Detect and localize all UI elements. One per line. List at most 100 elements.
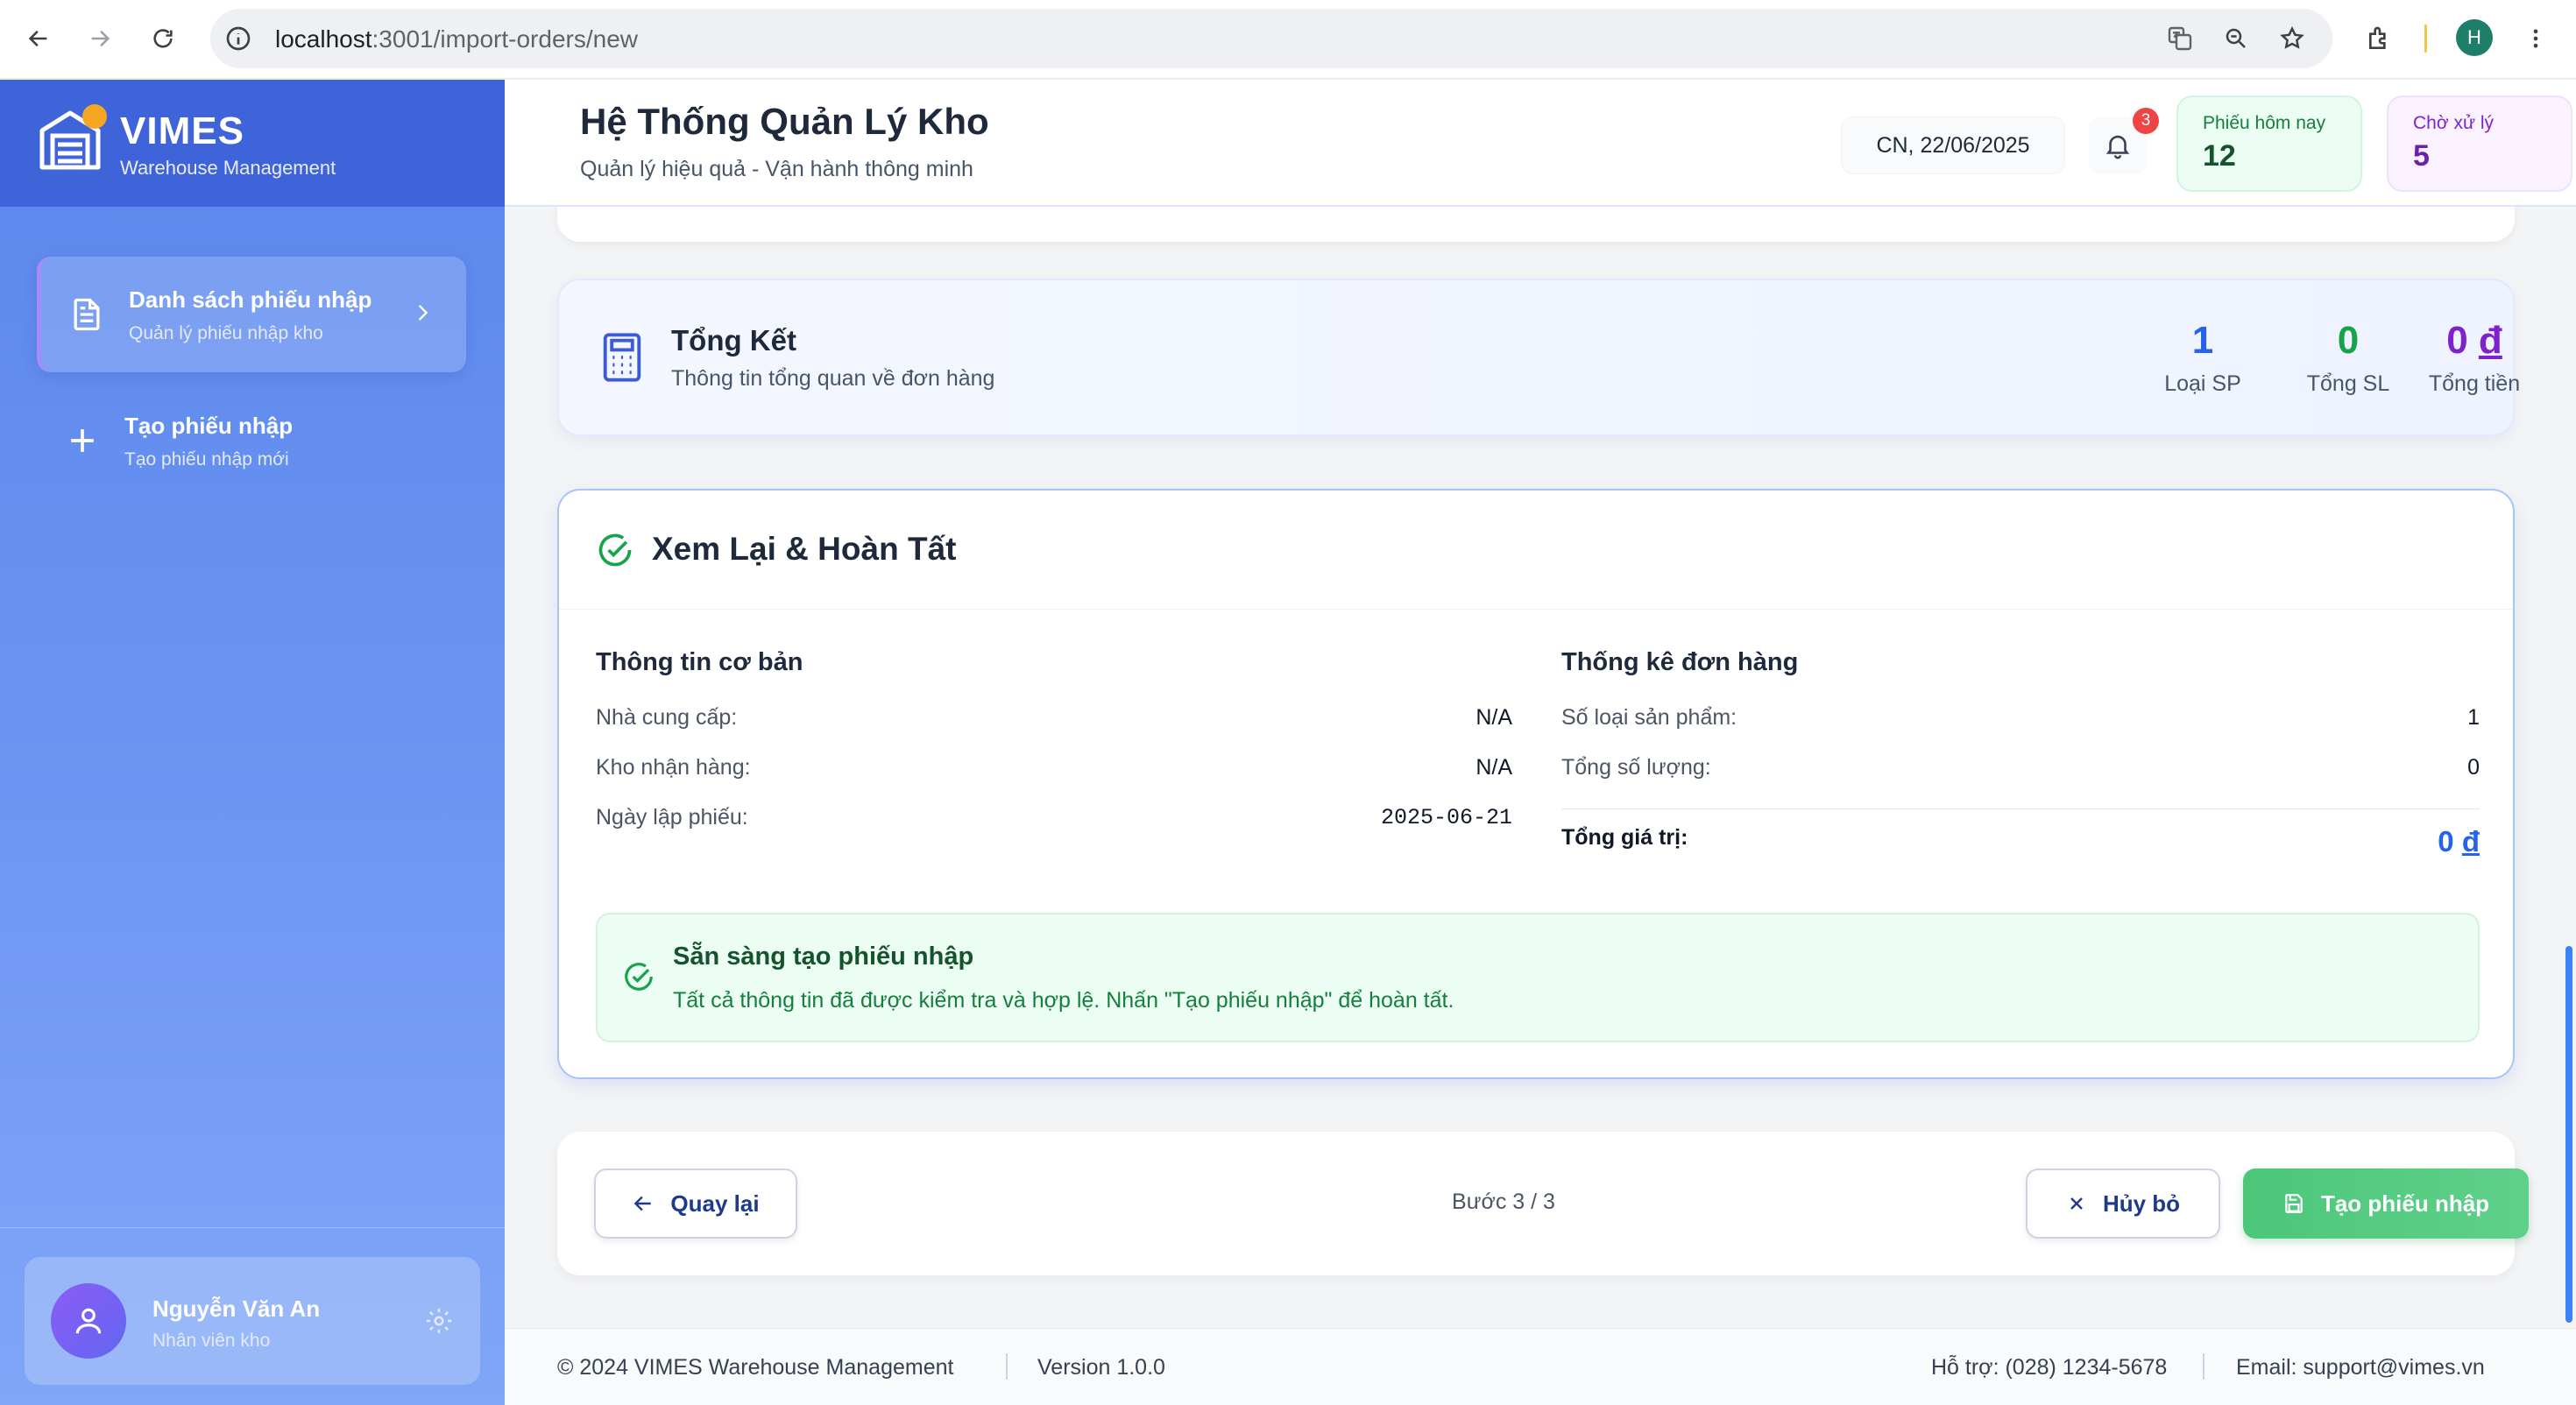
translate-icon[interactable]: [2161, 19, 2199, 58]
stats-value: 1: [2467, 705, 2480, 730]
review-card: Xem Lại & Hoàn Tất Thông tin cơ bản Nhà …: [557, 489, 2515, 1079]
stat-value: 12: [2203, 139, 2236, 173]
back-button-label: Quay lại: [670, 1190, 760, 1217]
stat-today-orders: Phiếu hôm nay 12: [2176, 95, 2362, 192]
info-value: N/A: [1476, 755, 1512, 780]
step-indicator: Bước 3 / 3: [1452, 1190, 1555, 1214]
sidebar-item-create-import[interactable]: Tạo phiếu nhập Tạo phiếu nhập mới: [37, 383, 466, 498]
info-row-supplier: Nhà cung cấp: N/A: [596, 705, 1512, 755]
extensions-icon[interactable]: [2360, 19, 2399, 58]
stats-value: 0 đ: [2438, 825, 2480, 858]
ready-title: Sẵn sàng tạo phiếu nhập: [673, 943, 974, 971]
footer-version: Version 1.0.0: [1037, 1355, 1165, 1380]
footer-copyright: © 2024 VIMES Warehouse Management: [557, 1355, 954, 1380]
stats-row-product-types: Số loại sản phẩm: 1: [1561, 705, 2480, 755]
footer-divider: [2203, 1353, 2204, 1380]
sidebar-item-label: Tạo phiếu nhập: [124, 413, 294, 439]
reload-icon[interactable]: [142, 18, 184, 60]
menu-kebab-icon[interactable]: [2516, 19, 2555, 58]
stats-label: Tổng giá trị:: [1561, 825, 1688, 850]
stat-pending: Chờ xử lý 5: [2387, 95, 2572, 192]
page-title: Hệ Thống Quản Lý Kho: [580, 101, 989, 142]
footer-divider: [1006, 1353, 1008, 1380]
stats-label: Tổng số lượng:: [1561, 755, 1711, 780]
metric-label: Tổng tiền: [2428, 371, 2521, 396]
stats-row-total-value: Tổng giá trị: 0 đ: [1561, 825, 2480, 875]
brand-notification-dot: [82, 104, 107, 129]
stat-label: Phiếu hôm nay: [2203, 113, 2326, 133]
ready-notice: Sẵn sàng tạo phiếu nhập Tất cả thông tin…: [596, 913, 2480, 1042]
check-circle-icon: [598, 533, 632, 567]
current-date: CN, 22/06/2025: [1841, 116, 2065, 174]
user-name: Nguyễn Văn An: [152, 1296, 321, 1322]
sidebar-divider: [0, 1227, 505, 1228]
browser-toolbar: localhost:3001/import-orders/new H: [0, 0, 2576, 79]
toolbar-separator: [2424, 25, 2427, 53]
brand-subtitle: Warehouse Management: [120, 157, 336, 179]
check-circle-icon: [625, 963, 653, 991]
summary-card: Tổng Kết Thông tin tổng quan về đơn hàng…: [557, 279, 2520, 436]
footer: © 2024 VIMES Warehouse Management Versio…: [505, 1328, 2576, 1405]
profile-avatar[interactable]: H: [2456, 19, 2493, 56]
action-bar: Quay lại Bước 3 / 3 Hủy bỏ Tạo phiếu nhậ…: [557, 1132, 2529, 1275]
calculator-icon: [603, 333, 641, 382]
avatar: [51, 1283, 126, 1359]
cancel-button-label: Hủy bỏ: [2102, 1190, 2181, 1217]
plus-icon: [71, 429, 94, 452]
chevron-right-icon: [418, 305, 428, 321]
info-row-warehouse: Kho nhận hàng: N/A: [596, 755, 1512, 805]
sidebar: VIMES Warehouse Management Danh sách phi…: [0, 80, 505, 1405]
stats-value: 0: [2467, 755, 2480, 780]
stat-label: Chờ xử lý: [2413, 113, 2495, 133]
forward-arrow-icon[interactable]: [79, 18, 121, 60]
bell-icon: [2105, 135, 2130, 159]
info-label: Kho nhận hàng:: [596, 755, 751, 780]
info-label: Ngày lập phiếu:: [596, 805, 748, 830]
section-heading: Thống kê đơn hàng: [1561, 648, 1799, 676]
info-value: N/A: [1476, 705, 1512, 730]
info-value: 2025-06-21: [1380, 805, 1512, 830]
notification-badge: 3: [2133, 108, 2159, 134]
create-import-button[interactable]: Tạo phiếu nhập: [2243, 1168, 2529, 1239]
user-role: Nhân viên kho: [152, 1331, 271, 1351]
user-icon: [75, 1308, 102, 1334]
url-text: localhost:3001/import-orders/new: [275, 25, 638, 53]
user-card[interactable]: Nguyễn Văn An Nhân viên kho: [25, 1257, 480, 1385]
metric-label: Loại SP: [2164, 371, 2241, 396]
footer-support: Hỗ trợ: (028) 1234-5678: [1931, 1355, 2168, 1380]
sidebar-item-import-list[interactable]: Danh sách phiếu nhập Quản lý phiếu nhập …: [37, 257, 466, 372]
sidebar-item-sublabel: Tạo phiếu nhập mới: [124, 449, 289, 470]
site-info-icon[interactable]: [224, 25, 252, 57]
bookmark-star-icon[interactable]: [2273, 19, 2311, 58]
gear-icon[interactable]: [424, 1306, 454, 1336]
main-content: Tổng Kết Thông tin tổng quan về đơn hàng…: [505, 207, 2576, 1405]
metric-total-amount: 0 đ Tổng tiền: [2415, 319, 2534, 397]
scrollbar[interactable]: [2565, 946, 2572, 1323]
save-icon: [2285, 1194, 2303, 1213]
stats-label: Số loại sản phẩm:: [1561, 705, 1737, 730]
cancel-button[interactable]: Hủy bỏ: [2026, 1168, 2220, 1239]
metric-value: 0: [2337, 319, 2360, 362]
page-header: Hệ Thống Quản Lý Kho Quản lý hiệu quả - …: [505, 80, 2576, 207]
sidebar-item-label: Danh sách phiếu nhập: [129, 286, 372, 313]
create-button-label: Tạo phiếu nhập: [2320, 1190, 2490, 1217]
back-button[interactable]: Quay lại: [594, 1168, 797, 1239]
arrow-left-icon: [634, 1196, 652, 1211]
summary-title: Tổng Kết: [671, 324, 796, 357]
metric-value: 0 đ: [2446, 319, 2502, 362]
info-label: Nhà cung cấp:: [596, 705, 738, 730]
stats-row-total-quantity: Tổng số lượng: 0: [1561, 755, 2480, 805]
back-arrow-icon[interactable]: [18, 18, 60, 60]
section-heading: Thông tin cơ bản: [596, 648, 803, 676]
metric-label: Tổng SL: [2306, 371, 2390, 396]
sidebar-brand: VIMES Warehouse Management: [0, 80, 505, 207]
order-stats-section: Thống kê đơn hàng Số loại sản phẩm: 1 Tổ…: [1561, 648, 2480, 875]
address-bar[interactable]: localhost:3001/import-orders/new: [210, 9, 2332, 68]
divider: [1561, 808, 2480, 809]
currency-symbol: đ: [2461, 825, 2480, 858]
zoom-icon[interactable]: [2217, 19, 2255, 58]
close-icon: [2070, 1197, 2083, 1210]
document-icon: [74, 298, 100, 331]
summary-subtitle: Thông tin tổng quan về đơn hàng: [671, 366, 995, 391]
review-title: Xem Lại & Hoàn Tất: [652, 531, 957, 567]
